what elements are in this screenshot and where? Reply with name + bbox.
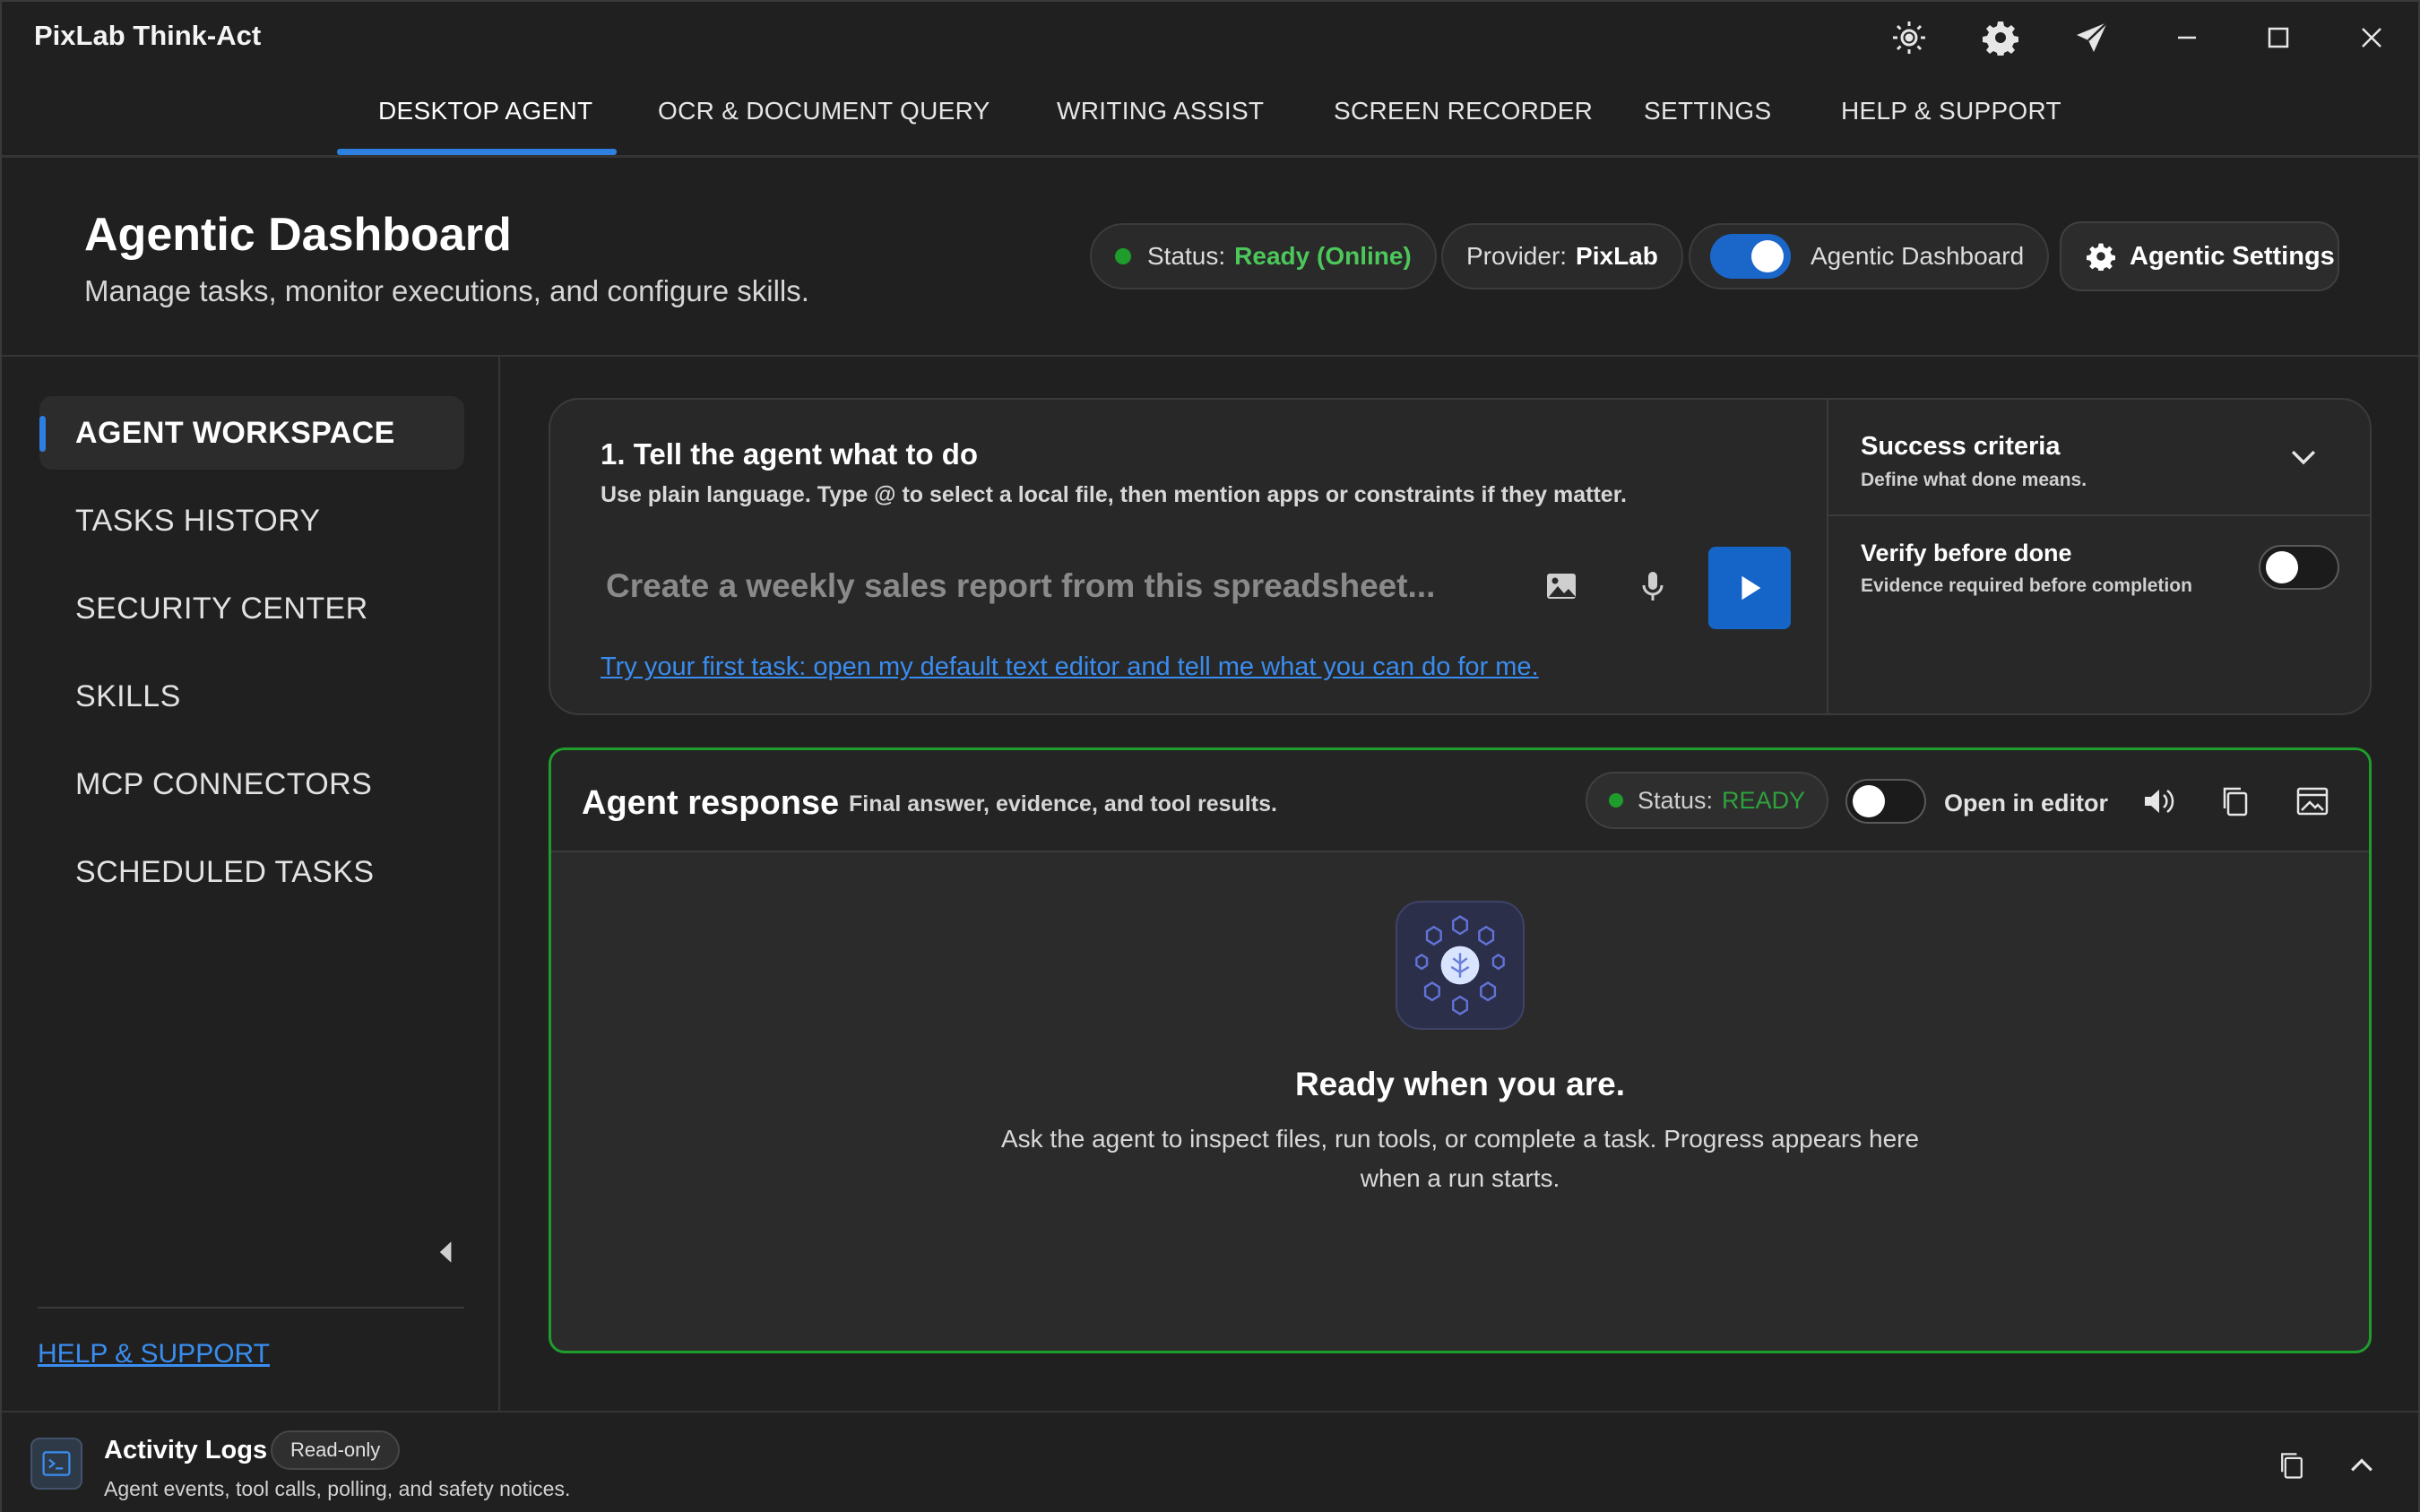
agent-response-header: Agent response Final answer, evidence, a… [551, 750, 2369, 852]
agentic-dashboard-toggle[interactable] [1710, 234, 1791, 279]
image-icon[interactable] [1533, 557, 1590, 615]
page-subtitle: Manage tasks, monitor executions, and co… [84, 274, 809, 307]
copy-logs-icon[interactable] [2268, 1441, 2316, 1490]
sidebar-item-tasks-history[interactable]: TASKS HISTORY [39, 484, 464, 557]
status-dot [1115, 248, 1131, 264]
task-input-card: 1. Tell the agent what to do Use plain l… [549, 398, 2372, 715]
active-tab-indicator [337, 149, 617, 155]
chevron-down-icon[interactable] [2284, 439, 2323, 475]
agentic-settings-button[interactable]: Agentic Settings [2060, 221, 2339, 291]
task-heading: 1. Tell the agent what to do [601, 437, 979, 471]
sidebar-item-agent-workspace[interactable]: AGENT WORKSPACE [39, 396, 464, 470]
response-status-value: READY [1722, 786, 1806, 814]
sidebar-item-security-center[interactable]: SECURITY CENTER [39, 572, 464, 645]
success-criteria-subtitle: Define what done means. [1861, 470, 2087, 490]
play-icon [1742, 575, 1761, 600]
task-input[interactable]: Create a weekly sales report from this s… [601, 545, 1533, 627]
gear-icon [2087, 243, 2115, 271]
activity-logs-bar: Activity Logs Read-only Agent events, to… [2, 1411, 2418, 1512]
response-status-pill: Status: READY [1586, 772, 1829, 829]
empty-state-text: Ask the agent to inspect files, run tool… [1000, 1125, 1920, 1192]
minimize-icon[interactable] [2164, 14, 2210, 61]
close-icon[interactable] [2348, 14, 2395, 61]
sidebar-divider [38, 1307, 464, 1309]
send-icon[interactable] [2069, 14, 2115, 61]
agentic-settings-label: Agentic Settings [2130, 241, 2335, 271]
open-in-editor-label: Open in editor [1944, 790, 2109, 816]
page-title: Agentic Dashboard [84, 209, 512, 261]
tab-screen-recorder[interactable]: SCREEN RECORDER [1334, 97, 1593, 125]
agent-response-panel: Agent response Final answer, evidence, a… [549, 747, 2372, 1353]
verify-before-done-title: Verify before done [1861, 540, 2072, 566]
first-task-link[interactable]: Try your first task: open my default tex… [601, 652, 1539, 682]
open-in-editor-toggle[interactable] [1845, 779, 1926, 824]
provider-pill: Provider: PixLab [1441, 223, 1683, 289]
sidebar-item-scheduled-tasks[interactable]: SCHEDULED TASKS [39, 835, 464, 909]
activity-logs-subtitle: Agent events, tool calls, polling, and s… [104, 1477, 571, 1500]
task-card-divider [1827, 400, 1828, 713]
sidebar-item-skills[interactable]: SKILLS [39, 660, 464, 733]
toggle-knob [2266, 551, 2298, 583]
read-only-badge: Read-only [271, 1430, 401, 1470]
tab-writing-assist[interactable]: WRITING ASSIST [1057, 97, 1264, 125]
terminal-icon [30, 1438, 82, 1490]
verify-before-done-subtitle: Evidence required before completion [1861, 575, 2192, 596]
tab-desktop-agent[interactable]: DESKTOP AGENT [378, 97, 592, 125]
toggle-knob [1751, 240, 1784, 272]
agent-response-title: Agent response [582, 784, 840, 822]
agentic-dashboard-toggle-label: Agentic Dashboard [1811, 242, 2025, 270]
sidebar-item-mcp-connectors[interactable]: MCP CONNECTORS [39, 747, 464, 821]
chevron-up-icon[interactable] [2338, 1441, 2386, 1490]
title-bar: PixLab Think-Act [2, 2, 2418, 72]
sidebar-help-link[interactable]: HELP & SUPPORT [38, 1339, 270, 1369]
toggle-knob [1853, 785, 1885, 817]
app-title: PixLab Think-Act [34, 20, 262, 51]
task-subheading: Use plain language. Type @ to select a l… [601, 482, 1628, 507]
main-nav-tabs: DESKTOP AGENT OCR & DOCUMENT QUERY WRITI… [2, 72, 2418, 158]
provider-label: Provider: [1466, 242, 1568, 270]
agent-brain-icon [1396, 901, 1525, 1030]
success-criteria-title: Success criteria [1861, 432, 2061, 461]
empty-state-title: Ready when you are. [1294, 1066, 1626, 1102]
microphone-icon[interactable] [1624, 557, 1681, 615]
speaker-icon[interactable] [2132, 775, 2184, 827]
tab-help-support[interactable]: HELP & SUPPORT [1841, 97, 2061, 125]
collapse-sidebar-icon[interactable] [428, 1231, 464, 1273]
provider-value: PixLab [1576, 242, 1658, 270]
status-pill: Status: Ready (Online) [1090, 223, 1437, 289]
agentic-dashboard-toggle-pill: Agentic Dashboard [1689, 223, 2050, 289]
tab-settings[interactable]: SETTINGS [1644, 97, 1771, 125]
verify-before-done-toggle[interactable] [2259, 545, 2339, 590]
image-view-icon[interactable] [2286, 775, 2338, 827]
status-dot [1609, 793, 1623, 808]
criteria-divider [1828, 514, 2372, 516]
app-window: PixLab Think-Act DESKTOP AGENT OCR & DOC… [0, 0, 2420, 1512]
agent-response-subtitle: Final answer, evidence, and tool results… [849, 791, 1277, 816]
copy-icon[interactable] [2209, 775, 2261, 827]
activity-logs-title: Activity Logs [104, 1436, 268, 1464]
sidebar: AGENT WORKSPACE TASKS HISTORY SECURITY C… [2, 357, 500, 1411]
tab-ocr-document-query[interactable]: OCR & DOCUMENT QUERY [658, 97, 990, 125]
theme-icon[interactable] [1886, 14, 1932, 61]
status-label: Status: [1147, 242, 1226, 270]
dashboard-header: Agentic Dashboard Manage tasks, monitor … [2, 158, 2418, 357]
status-value: Ready (Online) [1234, 242, 1412, 270]
response-status-label: Status: [1638, 786, 1714, 814]
gear-icon[interactable] [1977, 14, 2024, 61]
run-task-button[interactable] [1708, 547, 1791, 629]
maximize-icon[interactable] [2255, 14, 2302, 61]
